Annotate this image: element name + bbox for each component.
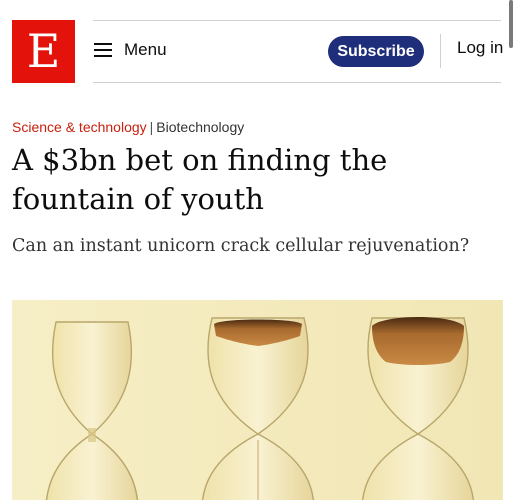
header-divider — [440, 34, 441, 68]
scrollbar[interactable] — [509, 0, 513, 48]
breadcrumb-separator: | — [149, 119, 154, 135]
subscribe-button[interactable]: Subscribe — [328, 36, 424, 67]
breadcrumb: Science & technology | Biotechnology — [12, 119, 244, 135]
hamburger-icon — [94, 43, 112, 57]
article-headline: A $3bn bet on finding the fountain of yo… — [12, 143, 388, 216]
menu-button[interactable]: Menu — [94, 38, 167, 62]
breadcrumb-section-link[interactable]: Science & technology — [12, 119, 147, 135]
menu-label: Menu — [124, 40, 167, 59]
header-bottom-rule — [93, 82, 501, 83]
login-link[interactable]: Log in — [457, 38, 503, 58]
economist-logo[interactable]: E — [12, 20, 75, 83]
header-top-rule — [93, 20, 501, 21]
logo-letter: E — [26, 23, 61, 78]
breadcrumb-subsection-link[interactable]: Biotechnology — [156, 119, 244, 135]
hourglasses-illustration — [12, 300, 503, 500]
article-standfirst: Can an instant unicorn crack cellular re… — [12, 236, 470, 256]
hero-image — [12, 300, 503, 500]
